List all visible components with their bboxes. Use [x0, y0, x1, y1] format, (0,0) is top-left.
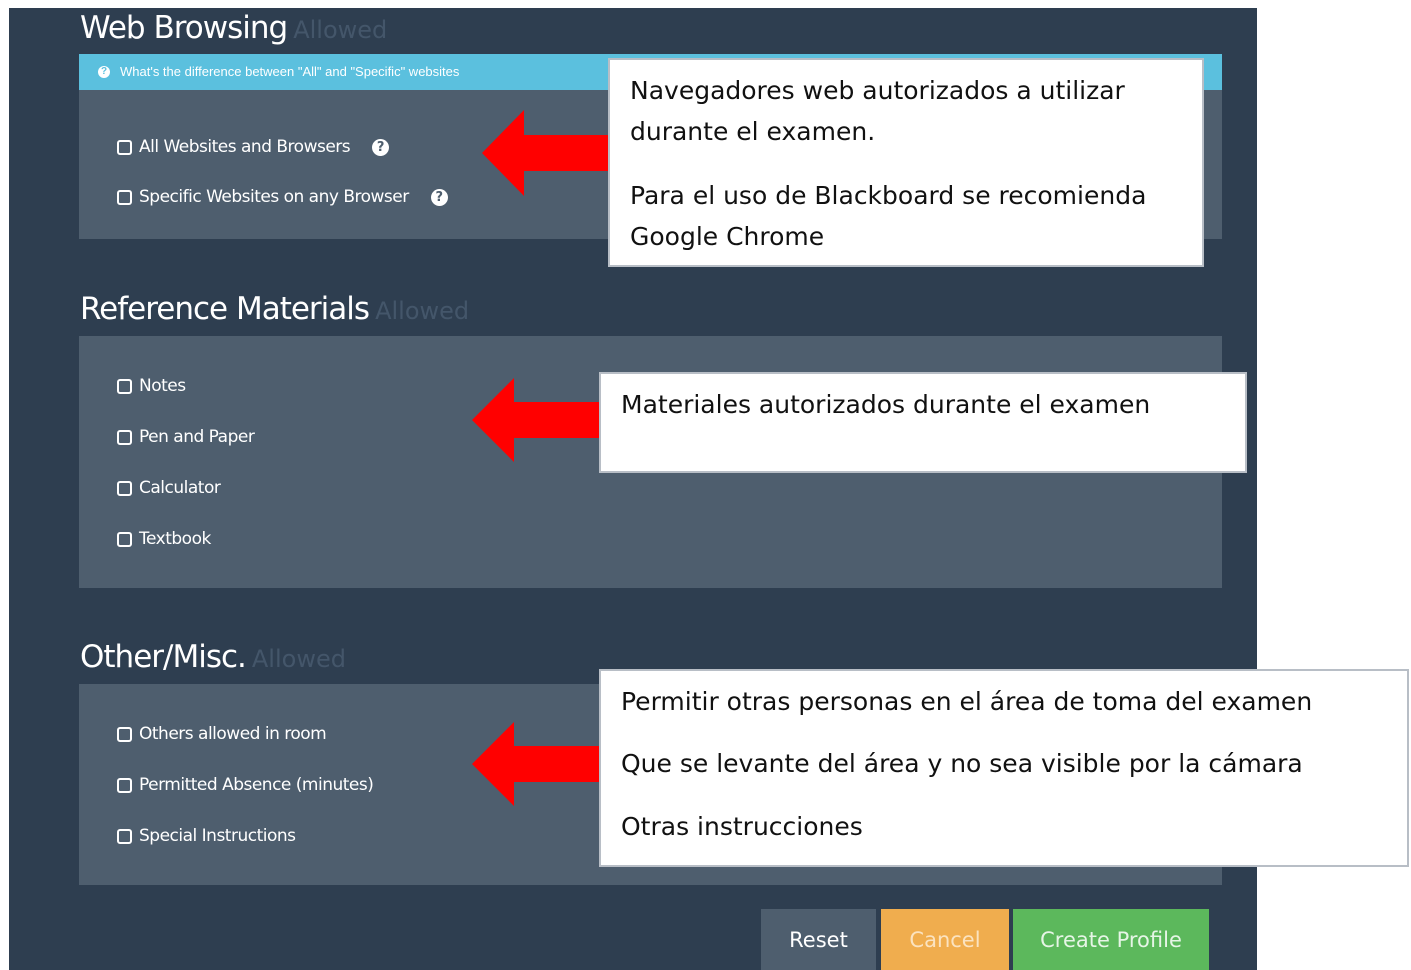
option-calculator[interactable]: Calculator — [117, 478, 221, 498]
callout-text: Que se levante del área y no sea visible… — [621, 749, 1303, 778]
checkbox[interactable] — [117, 378, 132, 394]
option-label: Permitted Absence (minutes) — [139, 775, 374, 795]
checkbox[interactable] — [117, 189, 132, 205]
option-permitted-absence[interactable]: Permitted Absence (minutes) — [117, 775, 374, 795]
checkbox[interactable] — [117, 726, 132, 742]
option-specific-websites[interactable]: Specific Websites on any Browser ? — [117, 187, 448, 207]
arrow-left-icon — [482, 110, 612, 196]
option-label: Specific Websites on any Browser — [139, 187, 409, 207]
section-subtitle: Allowed — [375, 297, 470, 325]
option-label: Textbook — [139, 529, 211, 549]
section-subtitle: Allowed — [251, 645, 346, 673]
option-label: Others allowed in room — [139, 724, 327, 744]
option-label: Special Instructions — [139, 826, 296, 846]
help-icon[interactable]: ? — [372, 138, 390, 156]
help-icon[interactable]: ? — [430, 188, 448, 206]
arrow-left-icon — [472, 722, 604, 806]
section-title-text: Web Browsing — [80, 10, 288, 46]
section-title-web-browsing: Web Browsing Allowed — [80, 10, 387, 46]
checkbox[interactable] — [117, 139, 132, 155]
section-title-other-misc: Other/Misc. Allowed — [80, 639, 346, 675]
option-label: Notes — [139, 376, 186, 396]
option-others-allowed[interactable]: Others allowed in room — [117, 724, 327, 744]
section-title-reference-materials: Reference Materials Allowed — [80, 291, 469, 327]
checkbox[interactable] — [117, 480, 132, 496]
option-textbook[interactable]: Textbook — [117, 529, 211, 549]
cancel-button[interactable]: Cancel — [881, 909, 1009, 970]
option-label: Calculator — [139, 478, 221, 498]
reset-button[interactable]: Reset — [761, 909, 876, 970]
option-label: Pen and Paper — [139, 427, 255, 447]
section-subtitle: Allowed — [293, 16, 388, 44]
section-title-text: Other/Misc. — [80, 639, 247, 675]
question-circle-icon: ? — [98, 66, 110, 78]
checkbox[interactable] — [117, 777, 132, 793]
callout-text: Para el uso de Blackboard se recomienda — [630, 181, 1147, 210]
option-all-websites[interactable]: All Websites and Browsers ? — [117, 137, 390, 157]
callout-text: Otras instrucciones — [621, 812, 863, 841]
checkbox[interactable] — [117, 531, 132, 547]
callout-text: durante el examen. — [630, 117, 876, 146]
section-title-text: Reference Materials — [80, 291, 370, 327]
option-special-instructions[interactable]: Special Instructions — [117, 826, 296, 846]
option-notes[interactable]: Notes — [117, 376, 186, 396]
option-label: All Websites and Browsers — [139, 137, 351, 157]
arrow-left-icon — [472, 378, 604, 462]
callout-text: Permitir otras personas en el área de to… — [621, 687, 1313, 716]
create-profile-button[interactable]: Create Profile — [1013, 909, 1209, 970]
callout-materials: Materiales autorizados durante el examen — [599, 372, 1247, 473]
checkbox[interactable] — [117, 828, 132, 844]
callout-text: Navegadores web autorizados a utilizar — [630, 76, 1125, 105]
info-bar-text: What's the difference between "All" and … — [120, 64, 460, 79]
option-pen-and-paper[interactable]: Pen and Paper — [117, 427, 255, 447]
callout-text: Materiales autorizados durante el examen — [621, 390, 1151, 419]
callout-text: Google Chrome — [630, 222, 825, 251]
callout-others: Permitir otras personas en el área de to… — [599, 669, 1409, 867]
callout-browsers: Navegadores web autorizados a utilizar d… — [608, 58, 1204, 267]
checkbox[interactable] — [117, 429, 132, 445]
